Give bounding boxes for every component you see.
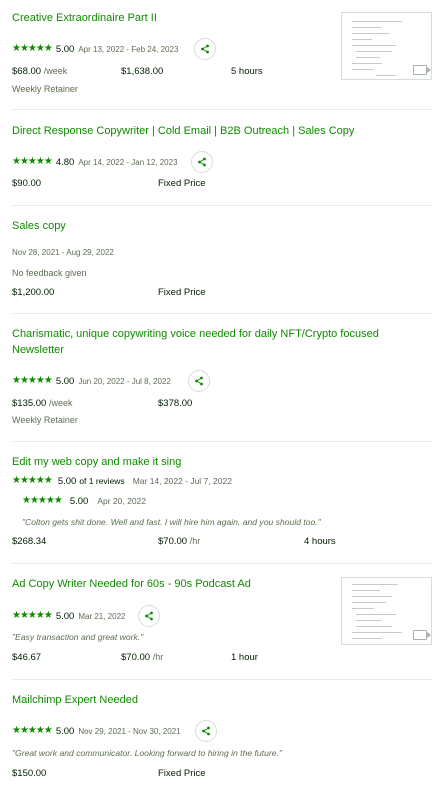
share-button[interactable] <box>138 605 160 627</box>
share-button[interactable] <box>191 151 213 173</box>
share-button[interactable] <box>194 38 216 60</box>
rating-value: 5.00 <box>55 725 75 737</box>
total-earned: $1,638.00 <box>121 66 164 77</box>
divider <box>12 679 432 680</box>
job-dates: Mar 21, 2022 <box>78 611 126 621</box>
share-icon <box>145 611 153 621</box>
rate: $70.00 /hr <box>121 652 164 663</box>
client-review-row: ★★★★★ 5.00 Apr 20, 2022 <box>22 492 146 510</box>
feedback-status: No feedback given <box>12 268 87 278</box>
job-title-line: Newsletter <box>12 344 64 356</box>
contract-type: Weekly Retainer <box>12 415 78 425</box>
star-icon: ★★★★★ <box>12 43 53 54</box>
job-title-link[interactable]: Ad Copy Writer Needed for 60s - 90s Podc… <box>12 576 251 592</box>
divider <box>12 205 432 206</box>
job-rating-row: ★★★★★ 5.00 of 1 reviews Mar 14, 2022 - J… <box>12 472 232 490</box>
review-quote: "Colton gets shit done. Well and fast. I… <box>22 517 321 527</box>
total-earned: $90.00 <box>12 178 42 189</box>
total-earned: $378.00 <box>158 398 193 409</box>
share-button[interactable] <box>195 720 217 742</box>
share-icon <box>198 157 206 167</box>
job-dates: Jun 20, 2022 - Jul 8, 2022 <box>78 376 171 386</box>
star-icon: ★★★★★ <box>12 375 53 386</box>
job-rating-row: ★★★★★ 5.00 Nov 29, 2021 - Nov 30, 2021 <box>12 722 181 740</box>
share-icon <box>202 726 210 736</box>
review-quote: "Easy transaction and great work." <box>12 632 144 642</box>
total-earned: $150.00 <box>12 768 47 779</box>
rating-value: 4.80 <box>55 156 75 168</box>
attachment-thumbnail[interactable] <box>341 12 432 80</box>
share-icon <box>195 376 203 386</box>
contract-type: Fixed Price <box>158 178 206 189</box>
rating-value: 5.00 <box>55 610 75 622</box>
star-icon: ★★★★★ <box>12 475 53 486</box>
job-dates: Mar 14, 2022 - Jul 7, 2022 <box>132 476 232 486</box>
job-title-link[interactable]: Edit my web copy and make it sing <box>12 454 181 470</box>
attachment-thumbnail[interactable] <box>341 577 432 645</box>
job-rating-row: ★★★★★ 5.00 Jun 20, 2022 - Jul 8, 2022 <box>12 372 171 390</box>
divider <box>12 441 432 442</box>
review-quote: "Great work and communicator. Looking fo… <box>12 748 282 758</box>
divider <box>12 313 432 314</box>
rating-value: 5.00 <box>57 475 77 487</box>
rating-value: 5.00 <box>69 495 89 507</box>
divider <box>12 563 432 564</box>
rate: $135.00 /week <box>12 398 73 409</box>
rating-value: 5.00 <box>55 375 75 387</box>
job-title-link[interactable]: Mailchimp Expert Needed <box>12 692 138 708</box>
job-title-link[interactable]: Sales copy <box>12 218 66 234</box>
job-dates: Nov 28, 2021 - Aug 29, 2022 <box>12 248 114 257</box>
hours-worked: 1 hour <box>231 652 258 663</box>
divider <box>12 109 432 110</box>
job-title-link[interactable]: Creative Extraordinaire Part II <box>12 10 157 26</box>
job-dates: Apr 13, 2022 - Feb 24, 2023 <box>78 44 179 54</box>
total-earned: $1,200.00 <box>12 287 55 298</box>
job-title-line: Charismatic, unique copywriting voice ne… <box>12 328 379 340</box>
job-title-link[interactable]: Direct Response Copywriter | Cold Email … <box>12 123 354 139</box>
star-icon: ★★★★★ <box>12 156 53 167</box>
job-dates: Apr 14, 2022 - Jan 12, 2023 <box>78 157 178 167</box>
rating-value: 5.00 <box>55 43 75 55</box>
job-rating-row: ★★★★★ 5.00 Apr 13, 2022 - Feb 24, 2023 <box>12 40 178 58</box>
contract-type: Fixed Price <box>158 287 206 298</box>
video-camera-icon <box>413 630 431 640</box>
hours-worked: 4 hours <box>304 536 336 547</box>
job-rating-row: ★★★★★ 5.00 Mar 21, 2022 <box>12 607 125 625</box>
total-earned: $268.34 <box>12 536 47 547</box>
contract-type: Weekly Retainer <box>12 84 78 94</box>
rate: $68.00 /week <box>12 66 68 77</box>
hours-worked: 5 hours <box>231 66 263 77</box>
review-date: Apr 20, 2022 <box>97 496 147 506</box>
job-title-link[interactable]: Charismatic, unique copywriting voice ne… <box>12 326 379 358</box>
review-count: of 1 reviews <box>79 476 125 486</box>
video-camera-icon <box>413 65 431 75</box>
share-icon <box>201 44 209 54</box>
star-icon: ★★★★★ <box>22 495 63 506</box>
share-button[interactable] <box>188 370 210 392</box>
job-dates: Nov 29, 2021 - Nov 30, 2021 <box>78 726 181 736</box>
rate: $70.00 /hr <box>158 536 201 547</box>
contract-type: Fixed Price <box>158 768 206 779</box>
star-icon: ★★★★★ <box>12 725 53 736</box>
job-rating-row: ★★★★★ 4.80 Apr 14, 2022 - Jan 12, 2023 <box>12 153 178 171</box>
total-earned: $46.67 <box>12 652 42 663</box>
star-icon: ★★★★★ <box>12 610 53 621</box>
